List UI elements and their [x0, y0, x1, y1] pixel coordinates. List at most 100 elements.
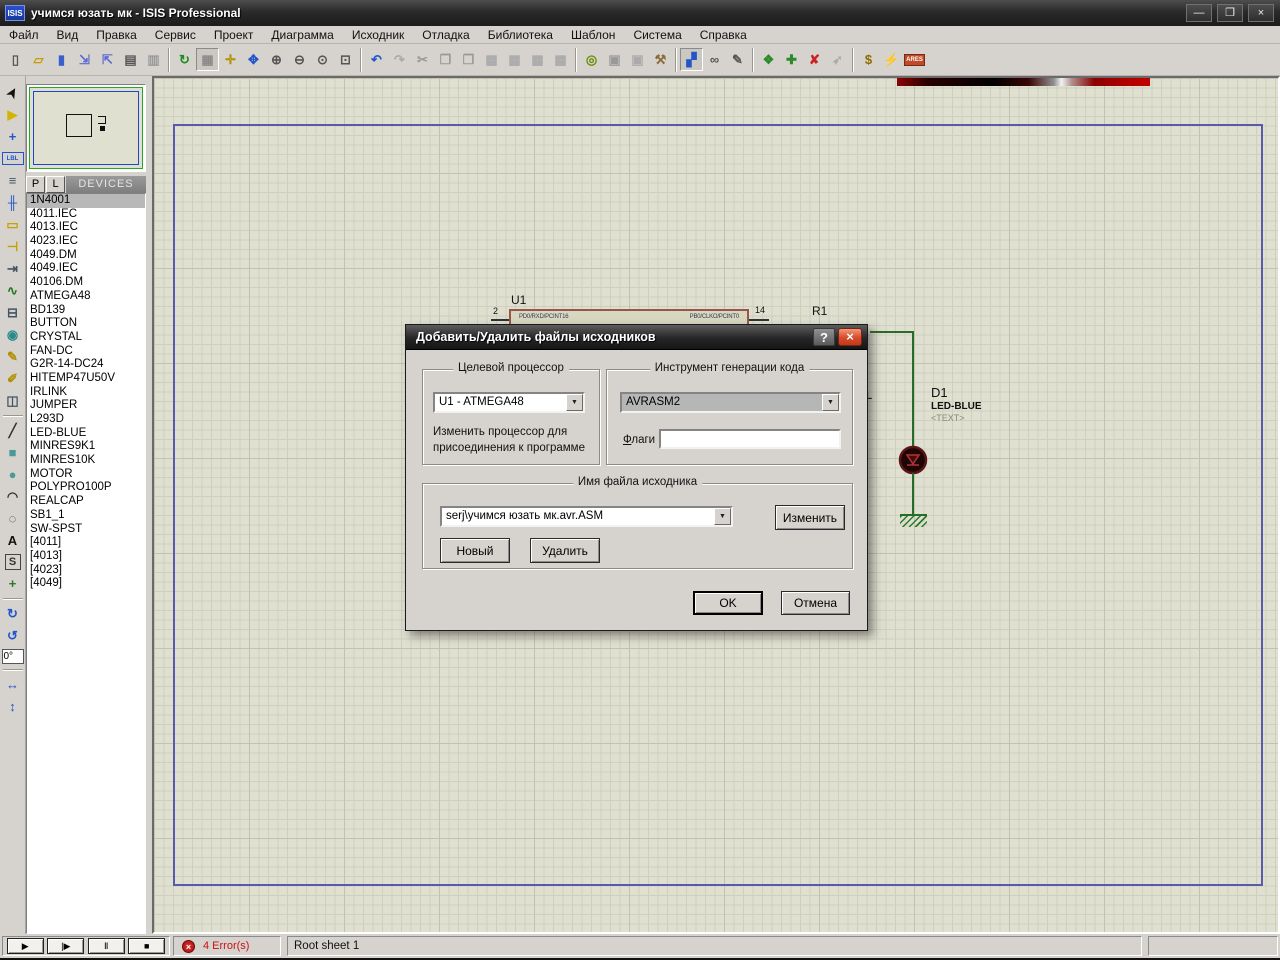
device-item[interactable]: 4011.IEC: [27, 208, 145, 222]
chevron-down-icon[interactable]: ▼: [566, 394, 583, 411]
r1-reference[interactable]: R1: [812, 304, 827, 318]
wire-vertical-top[interactable]: [912, 331, 914, 446]
delete-button[interactable]: Удалить: [530, 538, 600, 563]
open-folder-icon[interactable]: ▱: [27, 48, 50, 71]
titlebar[interactable]: ISIS учимся юзать мк - ISIS Professional…: [0, 0, 1280, 26]
selection-mode-icon[interactable]: ➤: [2, 82, 24, 103]
u1-reference[interactable]: U1: [511, 293, 526, 307]
device-item[interactable]: [4013]: [27, 550, 145, 564]
undo-icon[interactable]: ↶: [365, 48, 388, 71]
device-item[interactable]: SW-SPST: [27, 523, 145, 537]
grid-toggle-icon[interactable]: ▦: [196, 48, 219, 71]
search-tag-icon[interactable]: ∞: [703, 48, 726, 71]
menu-item[interactable]: Шаблон: [562, 27, 624, 43]
electrical-rule-check-icon[interactable]: ⚡: [880, 48, 903, 71]
menu-item[interactable]: Диаграмма: [262, 27, 342, 43]
device-item[interactable]: 4023.IEC: [27, 235, 145, 249]
device-item[interactable]: [4049]: [27, 577, 145, 591]
remove-sheet-icon[interactable]: ✘: [803, 48, 826, 71]
chevron-down-icon[interactable]: ▼: [822, 394, 839, 411]
bill-of-materials-icon[interactable]: $: [857, 48, 880, 71]
cancel-button[interactable]: Отмена: [781, 591, 850, 615]
device-item[interactable]: 1N4001: [27, 194, 145, 208]
device-item[interactable]: LED-BLUE: [27, 427, 145, 441]
2d-box-icon[interactable]: ■: [2, 442, 24, 463]
device-item[interactable]: MOTOR: [27, 468, 145, 482]
error-status[interactable]: × 4 Error(s): [173, 936, 281, 956]
redo-icon[interactable]: ↷: [388, 48, 411, 71]
device-item[interactable]: MINRES9K1: [27, 440, 145, 454]
device-item[interactable]: JUMPER: [27, 399, 145, 413]
rotate-block-icon[interactable]: ▩: [526, 48, 549, 71]
cut-icon[interactable]: ✂: [411, 48, 434, 71]
menu-item[interactable]: Правка: [87, 27, 146, 43]
device-item[interactable]: FAN-DC: [27, 345, 145, 359]
overview-minimap[interactable]: [26, 84, 146, 172]
menu-item[interactable]: Справка: [691, 27, 756, 43]
device-item[interactable]: [4011]: [27, 536, 145, 550]
netlist-to-ares-icon[interactable]: ARES: [903, 48, 926, 71]
wire-autorouter-icon[interactable]: ▞: [680, 48, 703, 71]
device-item[interactable]: SB1_1: [27, 509, 145, 523]
new-document-icon[interactable]: ▯: [4, 48, 27, 71]
2d-marker-icon[interactable]: +: [2, 573, 24, 594]
device-item[interactable]: L293D: [27, 413, 145, 427]
rotation-angle-field[interactable]: 0°: [2, 649, 24, 664]
device-item[interactable]: BD139: [27, 304, 145, 318]
terminals-mode-icon[interactable]: ⊣: [2, 236, 24, 257]
step-button[interactable]: |▶: [47, 938, 84, 954]
2d-text-icon[interactable]: A: [2, 530, 24, 551]
current-probe-mode-icon[interactable]: ✐: [2, 368, 24, 389]
d1-led[interactable]: [898, 445, 928, 475]
device-item[interactable]: BUTTON: [27, 317, 145, 331]
device-item[interactable]: MINRES10K: [27, 454, 145, 468]
device-item[interactable]: POLYPRO100P: [27, 481, 145, 495]
paste-icon[interactable]: ❒: [457, 48, 480, 71]
export-section-icon[interactable]: ⇱: [96, 48, 119, 71]
new-button[interactable]: Новый: [440, 538, 510, 563]
component-mode-icon[interactable]: ▶: [2, 104, 24, 125]
wire-r1-to-led[interactable]: [870, 331, 914, 333]
copy-block-icon[interactable]: ▩: [480, 48, 503, 71]
stop-button[interactable]: ■: [128, 938, 165, 954]
voltage-probe-mode-icon[interactable]: ✎: [2, 346, 24, 367]
device-item[interactable]: 4049.IEC: [27, 262, 145, 276]
save-icon[interactable]: ▮: [50, 48, 73, 71]
move-block-icon[interactable]: ▩: [503, 48, 526, 71]
flags-input[interactable]: [659, 429, 841, 449]
menu-item[interactable]: Отладка: [413, 27, 478, 43]
d1-value[interactable]: LED-BLUE: [931, 401, 982, 412]
dialog-close-button[interactable]: ×: [838, 328, 862, 346]
ground-symbol[interactable]: [900, 514, 927, 527]
device-item[interactable]: ATMEGA48: [27, 290, 145, 304]
tape-recorder-mode-icon[interactable]: ⊟: [2, 302, 24, 323]
mirror-horizontal-icon[interactable]: ↔: [2, 674, 24, 695]
subcircuit-mode-icon[interactable]: ▭: [2, 214, 24, 235]
print-icon[interactable]: ▤: [119, 48, 142, 71]
dialog-titlebar[interactable]: Добавить/Удалить файлы исходников ? ×: [406, 325, 867, 350]
mirror-vertical-icon[interactable]: ↕: [2, 696, 24, 717]
graph-mode-icon[interactable]: ∿: [2, 280, 24, 301]
menu-item[interactable]: Библиотека: [479, 27, 562, 43]
redraw-icon[interactable]: ↻: [173, 48, 196, 71]
menu-item[interactable]: Проект: [205, 27, 263, 43]
library-manager-button[interactable]: L: [46, 176, 65, 193]
virtual-instruments-mode-icon[interactable]: ◫: [2, 390, 24, 411]
menu-item[interactable]: Файл: [0, 27, 48, 43]
device-item[interactable]: HITEMP47U50V: [27, 372, 145, 386]
buses-mode-icon[interactable]: ╫: [2, 192, 24, 213]
make-device-icon[interactable]: ▣: [603, 48, 626, 71]
chevron-down-icon[interactable]: ▼: [714, 508, 731, 525]
zoom-area-icon[interactable]: ⊡: [334, 48, 357, 71]
junction-dot-mode-icon[interactable]: +: [2, 126, 24, 147]
pan-icon[interactable]: ✥: [242, 48, 265, 71]
mark-output-area-icon[interactable]: ▥: [142, 48, 165, 71]
device-item[interactable]: CRYSTAL: [27, 331, 145, 345]
device-item[interactable]: 40106.DM: [27, 276, 145, 290]
design-explorer-icon[interactable]: ❖: [757, 48, 780, 71]
dialog-help-button[interactable]: ?: [813, 328, 835, 346]
goto-parent-sheet-icon[interactable]: ➶: [826, 48, 849, 71]
device-item[interactable]: [4023]: [27, 564, 145, 578]
rotate-ccw-icon[interactable]: ↺: [2, 625, 24, 646]
wire-led-to-ground[interactable]: [912, 473, 914, 516]
